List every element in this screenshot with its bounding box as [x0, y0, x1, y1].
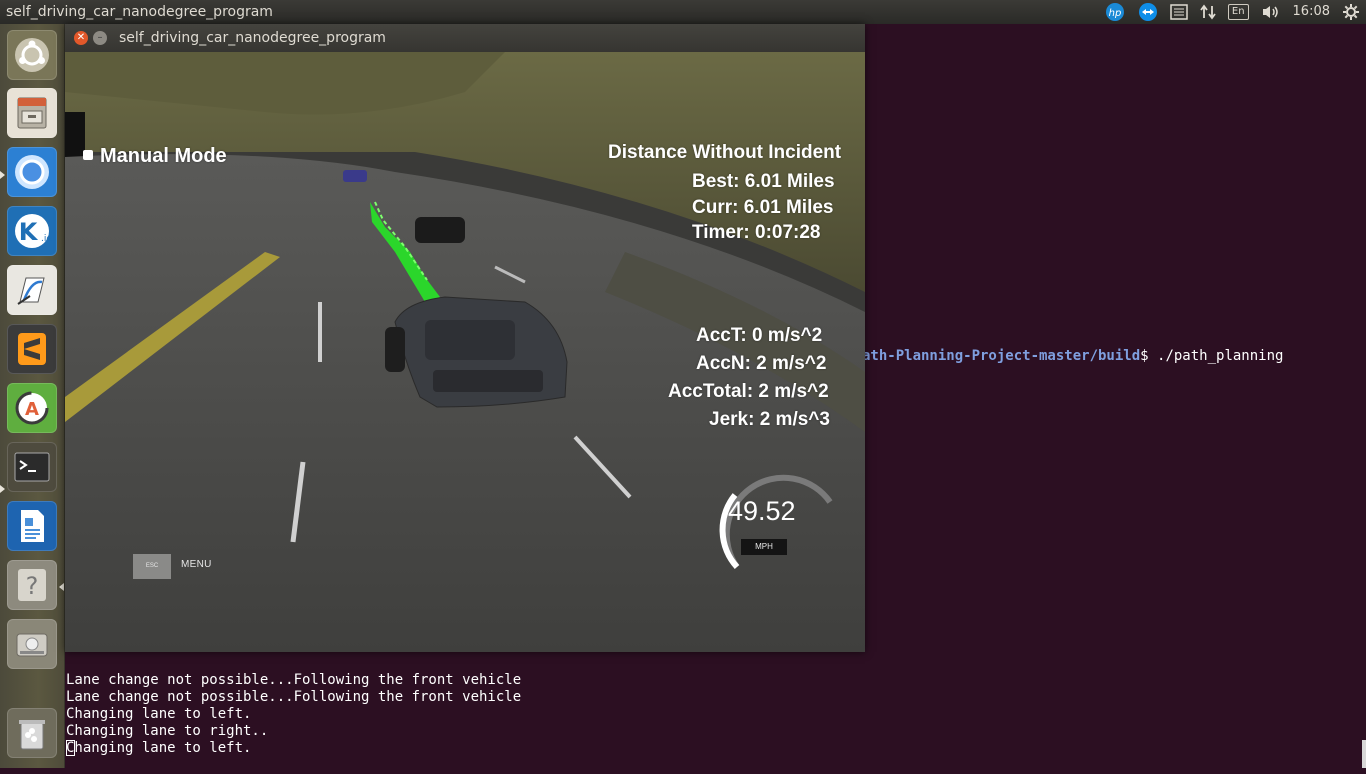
prompt-command: $ ./path_planning — [1140, 348, 1284, 364]
writer-document-icon — [21, 510, 44, 542]
speed-value: 49.52 — [728, 496, 796, 526]
svg-text:K: K — [19, 218, 39, 246]
best-distance: Best: 6.01 Miles — [692, 171, 835, 192]
svg-text:.ie: .ie — [41, 234, 52, 244]
launcher-help[interactable]: ? — [7, 560, 57, 610]
terminal-line: Lane change not possible...Following the… — [66, 672, 522, 688]
terminal-prompt: ath-Planning-Project-master/build$ ./pat… — [862, 348, 1283, 365]
launcher-chromium[interactable] — [7, 147, 57, 197]
acc-t: AccT: 0 m/s^2 — [696, 325, 823, 346]
terminal-line: Changing lane to left. — [66, 740, 252, 756]
launcher-sublime[interactable] — [7, 324, 57, 374]
launcher-terminal[interactable] — [7, 442, 57, 492]
close-button[interactable]: ✕ — [74, 31, 88, 45]
chromium-icon — [15, 155, 49, 189]
updater-icon: A — [15, 391, 49, 425]
window-titlebar[interactable]: ✕ – self_driving_car_nanodegree_program — [65, 24, 865, 52]
launcher-files[interactable] — [7, 88, 57, 138]
terminal-cursor — [66, 740, 75, 756]
current-distance: Curr: 6.01 Miles — [692, 197, 834, 218]
launcher-komodo[interactable]: K .ie — [7, 206, 57, 256]
settings-gear-icon[interactable] — [1342, 2, 1360, 22]
distance-header: Distance Without Incident — [608, 142, 842, 163]
acc-total: AccTotal: 2 m/s^2 — [668, 381, 829, 402]
running-indicator — [0, 171, 5, 179]
svg-text:A: A — [25, 399, 39, 420]
speed-unit: MPH — [741, 539, 787, 555]
launcher-texstudio[interactable] — [7, 265, 57, 315]
pen-paper-icon — [17, 277, 45, 305]
esc-button[interactable]: ESC — [133, 554, 171, 579]
hard-drive-icon — [16, 633, 48, 657]
terminal-line: Changing lane to left. — [66, 706, 252, 722]
launcher-trash[interactable] — [7, 708, 57, 758]
system-tray: hp En 16:08 — [1104, 0, 1360, 24]
running-indicator — [0, 485, 5, 493]
launcher-software-updater[interactable]: A — [7, 383, 57, 433]
svg-text:?: ? — [26, 572, 39, 600]
launcher-arrow — [59, 583, 64, 591]
trash-icon — [19, 720, 45, 750]
terminal-line: Changing lane to right.. — [66, 723, 269, 739]
launcher-writer[interactable] — [7, 501, 57, 551]
acc-n: AccN: 2 m/s^2 — [696, 353, 827, 374]
launcher-ubuntu-dash[interactable] — [7, 30, 57, 80]
manual-mode-label: Manual Mode — [100, 145, 227, 167]
top-panel: self_driving_car_nanodegree_program hp E… — [0, 0, 1366, 24]
keyboard-layout-icon[interactable]: En — [1227, 2, 1249, 22]
menu-label: MENU — [181, 559, 212, 570]
launcher: K .ie A ? — [0, 24, 65, 768]
sublime-icon — [18, 333, 46, 365]
question-icon: ? — [18, 569, 46, 601]
file-cabinet-icon — [17, 97, 47, 129]
active-app-title: self_driving_car_nanodegree_program — [6, 4, 273, 20]
timer: Timer: 0:07:28 — [692, 222, 821, 243]
menu-list-icon[interactable] — [1170, 2, 1188, 22]
network-arrows-icon[interactable] — [1200, 2, 1216, 22]
hp-icon[interactable]: hp — [1104, 2, 1126, 22]
terminal-scrollbar[interactable] — [1362, 740, 1366, 768]
terminal-icon — [14, 452, 50, 482]
terminal-output: Lane change not possible...Following the… — [66, 655, 521, 774]
manual-mode-checkbox[interactable] — [83, 150, 93, 160]
clock[interactable]: 16:08 — [1293, 2, 1330, 22]
window-title: self_driving_car_nanodegree_program — [119, 30, 386, 46]
ubuntu-logo-icon — [15, 38, 49, 72]
simulator-viewport[interactable]: Manual Mode Distance Without Incident Be… — [65, 52, 865, 652]
svg-text:hp: hp — [1109, 8, 1122, 19]
launcher-disk[interactable] — [7, 619, 57, 669]
teamviewer-icon[interactable] — [1138, 2, 1158, 22]
k-ide-icon: K .ie — [15, 214, 52, 248]
volume-icon[interactable] — [1261, 2, 1281, 22]
prompt-path: ath-Planning-Project-master/build — [862, 348, 1141, 364]
simulator-window: ✕ – self_driving_car_nanodegree_program — [65, 24, 865, 652]
jerk: Jerk: 2 m/s^3 — [709, 409, 830, 430]
minimize-button[interactable]: – — [93, 31, 107, 45]
terminal-line: Lane change not possible...Following the… — [66, 689, 522, 705]
